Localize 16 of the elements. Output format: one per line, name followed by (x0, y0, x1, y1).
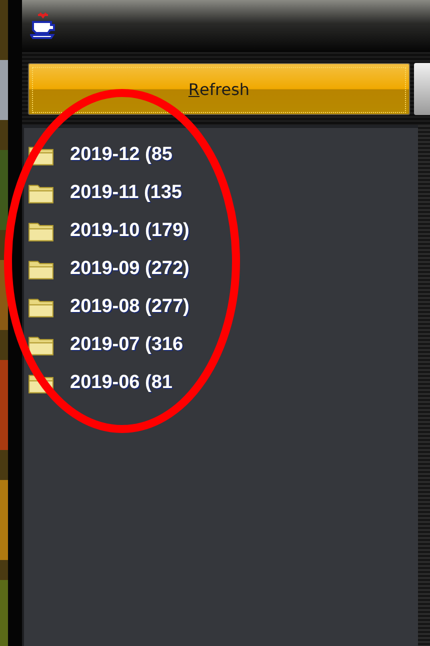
folder-icon (28, 220, 54, 242)
folder-label[interactable]: 2019-09 (272) (70, 258, 190, 280)
coffee-cup-icon (30, 12, 56, 40)
folder-icon (28, 258, 54, 280)
folder-icon (28, 182, 54, 204)
folder-icon (28, 296, 54, 318)
refresh-button[interactable]: Refresh (28, 62, 410, 114)
folder-label[interactable]: 2019-10 (179) (70, 220, 190, 242)
side-button[interactable] (414, 62, 430, 114)
folder-label[interactable]: 2019-07 (316 (70, 334, 184, 356)
folder-label[interactable]: 2019-08 (277) (70, 296, 190, 318)
folder-label[interactable]: 2019-06 (81 (70, 372, 172, 394)
scroll-bar[interactable] (418, 125, 430, 646)
folder-label[interactable]: 2019-11 (135 (70, 182, 182, 204)
folder-icon (28, 334, 54, 356)
folder-label[interactable]: 2019-12 (85 (70, 144, 172, 166)
